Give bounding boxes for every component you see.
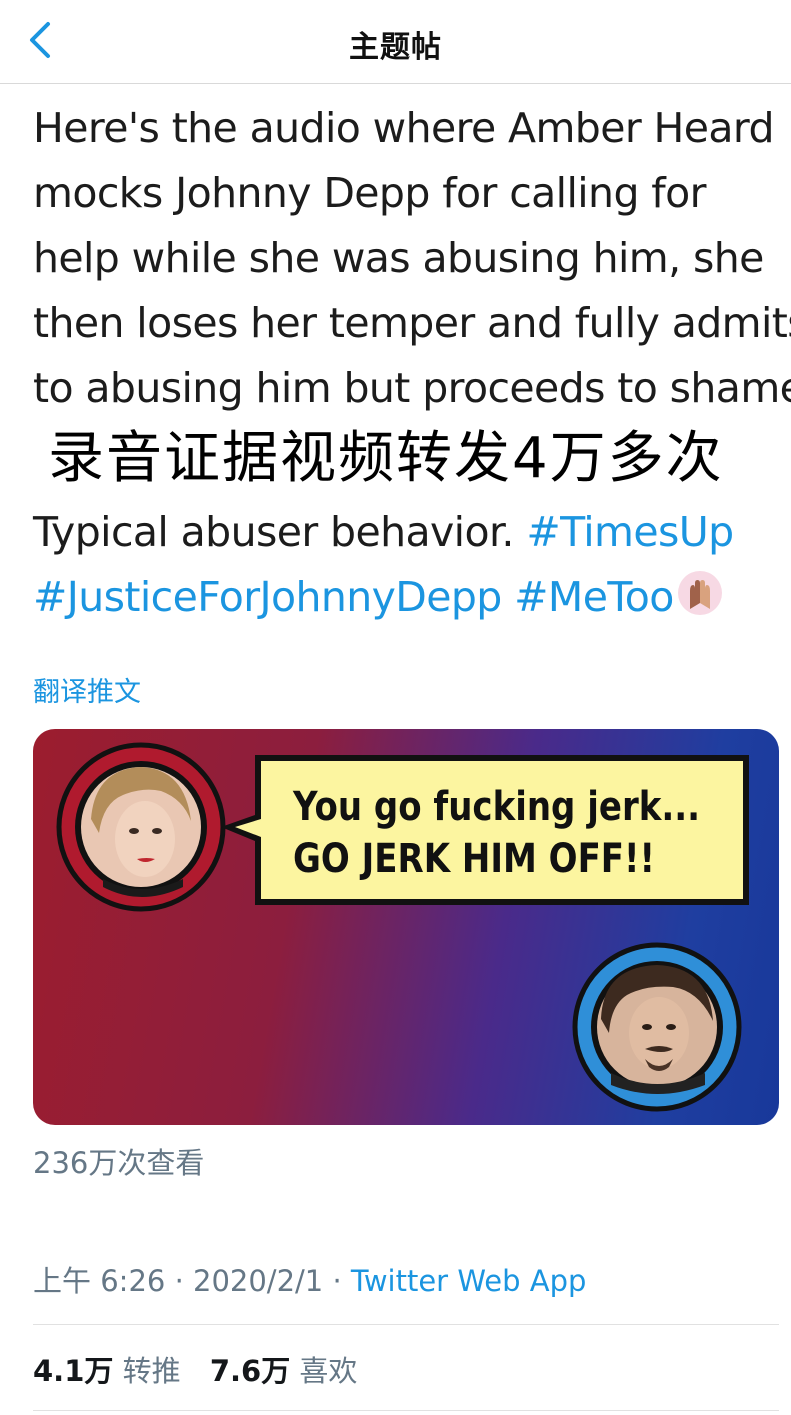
meta-separator: · bbox=[174, 1264, 184, 1298]
like-count: 7.6万 bbox=[209, 1354, 291, 1388]
tweet-text-line: then loses her temper and fully admits bbox=[33, 299, 791, 347]
hashtag-link[interactable]: #MeToo bbox=[514, 573, 674, 621]
retweets-stat[interactable]: 4.1万 转推 bbox=[33, 1354, 181, 1388]
tweet-body-text: Here's the audio where Amber Heard mocks… bbox=[33, 96, 791, 421]
tweet-body-tail: Typical abuser behavior. #TimesUp #Justi… bbox=[33, 500, 778, 630]
tweet-text-line: mocks Johnny Depp for calling for bbox=[33, 169, 706, 217]
raised-hands-icon bbox=[689, 580, 710, 609]
retweet-label: 转推 bbox=[122, 1354, 181, 1388]
speech-line-2: GO JERK HIM OFF!! bbox=[293, 836, 656, 882]
view-count: 236万次查看 bbox=[33, 1146, 205, 1180]
tweet-text-line: Typical abuser behavior. #TimesUp bbox=[33, 500, 778, 565]
meta-separator: · bbox=[332, 1264, 342, 1298]
tweet-meta: 上午 6:26 · 2020/2/1 · Twitter Web App bbox=[33, 1258, 586, 1300]
tweet-detail-screen: 主题帖 Here's the audio where Amber Heard m… bbox=[0, 0, 791, 1415]
tweet-text-line: Here's the audio where Amber Heard bbox=[33, 104, 774, 152]
hashtag-link[interactable]: #TimesUp bbox=[526, 508, 734, 556]
overlay-caption: 录音证据视频转发4万多次 bbox=[48, 426, 724, 491]
divider bbox=[33, 1410, 779, 1411]
tweet-media-image[interactable]: You go fucking jerk... GO JERK HIM OFF!! bbox=[33, 729, 779, 1125]
tweet-date: 2020/2/1 bbox=[193, 1264, 324, 1298]
divider bbox=[33, 1324, 779, 1325]
hashtag-link[interactable]: #JusticeForJohnnyDepp bbox=[33, 573, 502, 621]
tweet-text-line: #JusticeForJohnnyDepp #MeToo bbox=[33, 565, 778, 630]
raised-hands-emoji-icon bbox=[677, 571, 722, 615]
retweet-count: 4.1万 bbox=[33, 1354, 114, 1388]
speech-bubble-text: You go fucking jerk... GO JERK HIM OFF!! bbox=[293, 781, 701, 885]
like-label: 喜欢 bbox=[299, 1354, 358, 1388]
translate-tweet-link[interactable]: 翻译推文 bbox=[33, 670, 141, 709]
page-title: 主题帖 bbox=[349, 30, 442, 65]
likes-stat[interactable]: 7.6万 喜欢 bbox=[210, 1354, 358, 1388]
tweet-time: 上午 6:26 bbox=[33, 1264, 166, 1298]
tweet-text-line: help while she was abusing him, she bbox=[33, 234, 764, 282]
tweet-text-line: to abusing him but proceeds to shame bbox=[33, 364, 791, 412]
top-nav-bar: 主题帖 bbox=[0, 0, 791, 84]
engagement-stats: 4.1万 转推 7.6万 喜欢 bbox=[33, 1348, 377, 1390]
speech-line-1: You go fucking jerk... bbox=[293, 784, 701, 830]
tweet-source-link[interactable]: Twitter Web App bbox=[351, 1264, 587, 1298]
tweet-tail-text: Typical abuser behavior. bbox=[33, 508, 514, 556]
